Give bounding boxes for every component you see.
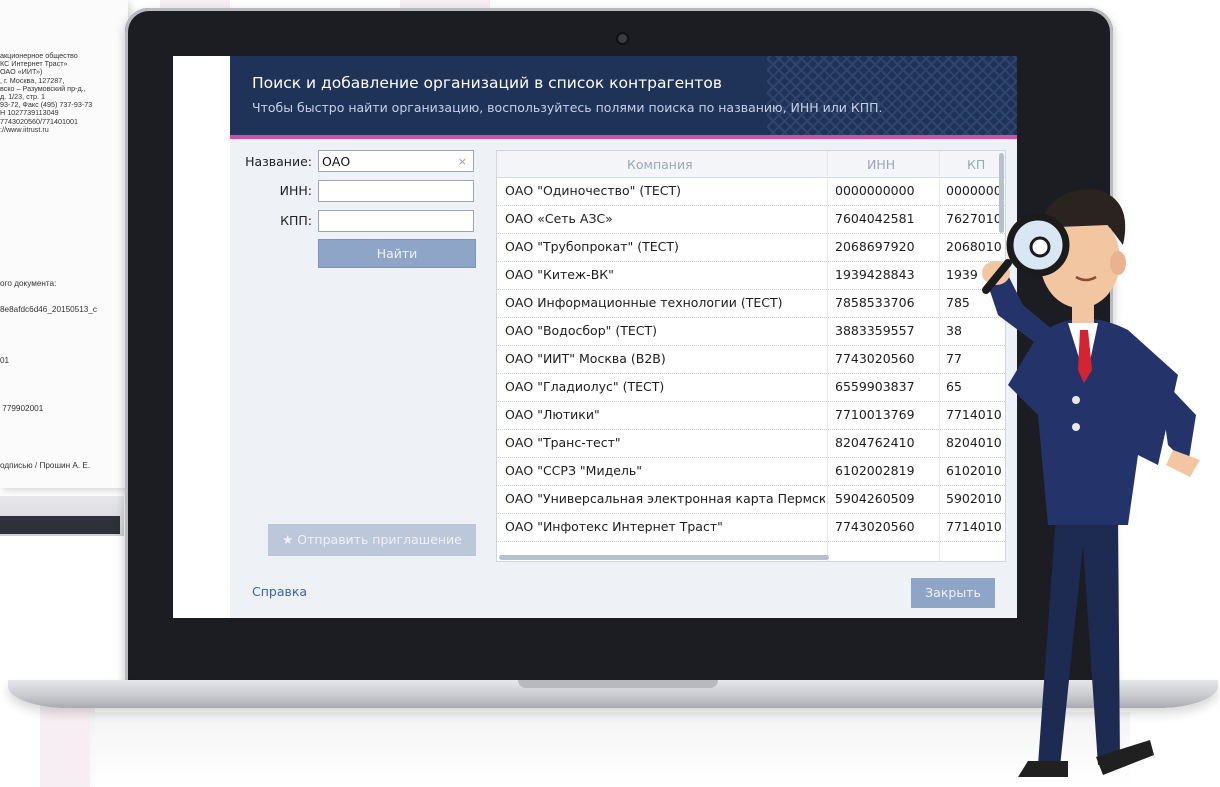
document-hash: 8e8afdc6d46_20150513_c bbox=[0, 305, 97, 314]
table-row[interactable]: ОАО "Китеж-ВК" 1939428843 1939 bbox=[497, 261, 1005, 290]
inn-cell: 1939428843 bbox=[835, 267, 915, 282]
inn-cell: 7858533706 bbox=[835, 295, 915, 310]
column-separator bbox=[939, 151, 940, 561]
counterparty-search-dialog: Поиск и добавление организаций в список … bbox=[230, 56, 1017, 618]
company-cell: ОАО "ИИТ" Москва (B2B) bbox=[505, 351, 666, 366]
table-row[interactable]: ОАО "Трубопрокат" (ТЕСТ) 2068697920 206801… bbox=[497, 233, 1005, 262]
table-row[interactable]: ОАО "Водосбор" (ТЕСТ) 3883359557 38 bbox=[497, 317, 1005, 346]
table-row[interactable]: ОАО Информационные технологии (ТЕСТ) 7858… bbox=[497, 289, 1005, 318]
table-row[interactable]: ОАО "Лютики" 7710013769 7714010 bbox=[497, 401, 1005, 430]
dialog-title: Поиск и добавление организаций в список … bbox=[252, 74, 722, 92]
header-accent-line bbox=[230, 135, 1017, 139]
table-row[interactable]: ОАО "Гладиолус" (ТЕСТ) 6559903837 65 bbox=[497, 373, 1005, 402]
send-invitation-button[interactable]: ★ Отправить приглашение bbox=[268, 524, 476, 556]
company-cell: ОАО "Трубопрокат" (ТЕСТ) bbox=[505, 239, 679, 254]
find-button[interactable]: Найти bbox=[318, 239, 476, 268]
company-cell: ОАО Информационные технологии (ТЕСТ) bbox=[505, 295, 783, 310]
inn-cell: 7604042581 bbox=[835, 211, 915, 226]
document-signature: одписью / Прошин А. Е. bbox=[0, 461, 91, 470]
table-row[interactable]: ОАО "Одиночество" (ТЕСТ) 0000000000 000000… bbox=[497, 177, 1005, 206]
laptop-bezel-bottom bbox=[135, 622, 1103, 680]
inn-cell: 8204762410 bbox=[835, 435, 915, 450]
name-input-value: ОАО bbox=[322, 154, 351, 169]
help-link[interactable]: Справка bbox=[252, 584, 307, 599]
results-table: Компания ИНН КП ОАО "Одиночество" (ТЕСТ)… bbox=[496, 150, 1006, 562]
table-header: Компания ИНН КП bbox=[497, 151, 1005, 178]
businessman-illustration bbox=[982, 189, 1200, 777]
document-requisites: акционерное общество КС Интернет Траст» ОА… bbox=[0, 51, 92, 134]
inn-cell: 3883359557 bbox=[835, 323, 915, 338]
company-cell: ОАО "Транс-тест" bbox=[505, 435, 621, 450]
kpp-search-input[interactable] bbox=[318, 210, 474, 232]
document-code-2: 779902001 bbox=[0, 404, 44, 413]
document-label: ого документа: bbox=[0, 279, 57, 288]
inn-cell: 0000000000 bbox=[835, 183, 915, 198]
webcam-icon bbox=[618, 34, 627, 43]
laptop-screen: Поиск и добавление организаций в список … bbox=[173, 56, 1017, 618]
company-cell: ОАО "ССРЗ "Мидель" bbox=[505, 463, 643, 478]
table-row[interactable]: ОАО «Сеть АЗС» 7604042581 7627010 bbox=[497, 205, 1005, 234]
company-cell: ОАО "Универсальная электронная карта Пер… bbox=[505, 491, 825, 506]
column-separator bbox=[827, 151, 828, 561]
inn-cell: 2068697920 bbox=[835, 239, 915, 254]
decor-block bbox=[40, 700, 95, 787]
company-cell: ОАО "Водосбор" (ТЕСТ) bbox=[505, 323, 658, 338]
document-line: ://www.iitrust.ru bbox=[0, 124, 49, 134]
table-row[interactable]: ОАО "Инфотекс Интернет Траст" 7743020560 7… bbox=[497, 513, 1005, 542]
company-cell: ОАО "Одиночество" (ТЕСТ) bbox=[505, 183, 681, 198]
inn-search-input[interactable] bbox=[318, 180, 474, 202]
inn-cell: 7743020560 bbox=[835, 519, 915, 534]
clear-icon[interactable]: × bbox=[458, 151, 467, 173]
inn-cell: 6102002819 bbox=[835, 463, 915, 478]
column-header-company[interactable]: Компания bbox=[627, 157, 693, 172]
company-cell: ОАО "Китеж-ВК" bbox=[505, 267, 614, 282]
name-search-input[interactable]: ОАО × bbox=[318, 150, 474, 172]
header-pattern bbox=[767, 56, 1017, 136]
horizontal-scrollbar[interactable] bbox=[499, 555, 829, 560]
inn-cell: 7710013769 bbox=[835, 407, 915, 422]
company-cell: ОАО "Лютики" bbox=[505, 407, 600, 422]
dialog-header: Поиск и добавление организаций в список … bbox=[230, 56, 1017, 136]
inn-cell: 6559903837 bbox=[835, 379, 915, 394]
name-label: Название: bbox=[245, 154, 312, 169]
column-header-inn[interactable]: ИНН bbox=[867, 157, 895, 172]
company-cell: ОАО "Инфотекс Интернет Траст" bbox=[505, 519, 723, 534]
laptop-notch bbox=[518, 680, 718, 688]
dialog-subtitle: Чтобы быстро найти организацию, воспольз… bbox=[252, 100, 883, 115]
table-row[interactable]: ОАО "Транс-тест" 8204762410 8204010 bbox=[497, 429, 1005, 458]
inn-cell: 5904260509 bbox=[835, 491, 915, 506]
kpp-label: КПП: bbox=[280, 213, 312, 228]
inn-cell: 7743020560 bbox=[835, 351, 915, 366]
table-row[interactable]: ОАО "ИИТ" Москва (B2B) 7743020560 77 bbox=[497, 345, 1005, 374]
company-cell: ОАО "Гладиолус" (ТЕСТ) bbox=[505, 379, 665, 394]
background-device-edge bbox=[0, 496, 124, 536]
company-cell: ОАО «Сеть АЗС» bbox=[505, 211, 613, 226]
background-document: акционерное общество КС Интернет Траст» ОА… bbox=[0, 0, 128, 488]
table-row[interactable]: ОАО "ССРЗ "Мидель" 6102002819 6102010 bbox=[497, 457, 1005, 486]
inn-label: ИНН: bbox=[279, 183, 312, 198]
document-code-1: 01 bbox=[0, 356, 10, 365]
table-row[interactable]: ОАО "Универсальная электронная карта Пер… bbox=[497, 485, 1005, 514]
